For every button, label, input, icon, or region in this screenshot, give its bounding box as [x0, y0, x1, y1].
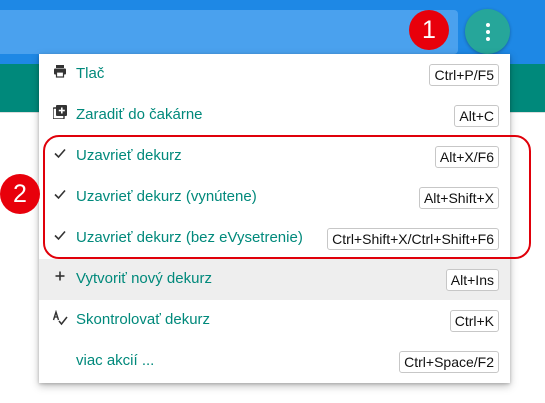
- shortcut-badge: Ctrl+K: [449, 310, 499, 332]
- shortcut-badge: Ctrl+Space/F2: [399, 351, 499, 373]
- shortcut-badge: Ctrl+P/F5: [429, 64, 499, 86]
- menu-item-check-record[interactable]: Skontrolovať dekurz Ctrl+K: [39, 300, 510, 341]
- menu-item-label: Vytvoriť nový dekurz: [76, 270, 212, 287]
- annotation-badge-1: 1: [409, 10, 449, 50]
- search-area[interactable]: [0, 10, 458, 54]
- menu-item-label: Skontrolovať dekurz: [76, 311, 211, 328]
- plus-icon: [51, 269, 69, 289]
- menu-item-label: viac akcií ...: [76, 352, 155, 369]
- annotation-highlight: [43, 135, 531, 259]
- more-vert-icon: [486, 23, 490, 27]
- more-vert-icon-dot: [486, 37, 490, 41]
- more-vert-icon-dot: [486, 30, 490, 34]
- shortcut-badge: Alt+C: [454, 105, 499, 127]
- menu-item-new-record[interactable]: Vytvoriť nový dekurz Alt+Ins: [39, 259, 510, 300]
- menu-item-more-actions[interactable]: viac akcií ... Ctrl+Space/F2: [39, 341, 510, 382]
- menu-item-waiting-room[interactable]: Zaradiť do čakárne Alt+C: [39, 95, 510, 136]
- annotation-badge-2: 2: [0, 174, 40, 214]
- menu-item-label: Tlač: [76, 65, 105, 82]
- shortcut-badge: Alt+Ins: [445, 269, 499, 291]
- add-box-icon: [51, 105, 69, 125]
- menu-item-label: Zaradiť do čakárne: [76, 106, 203, 123]
- spellcheck-icon: [51, 309, 69, 330]
- printer-icon: [51, 64, 69, 84]
- more-actions-button[interactable]: [465, 9, 510, 54]
- menu-item-print[interactable]: Tlač Ctrl+P/F5: [39, 54, 510, 95]
